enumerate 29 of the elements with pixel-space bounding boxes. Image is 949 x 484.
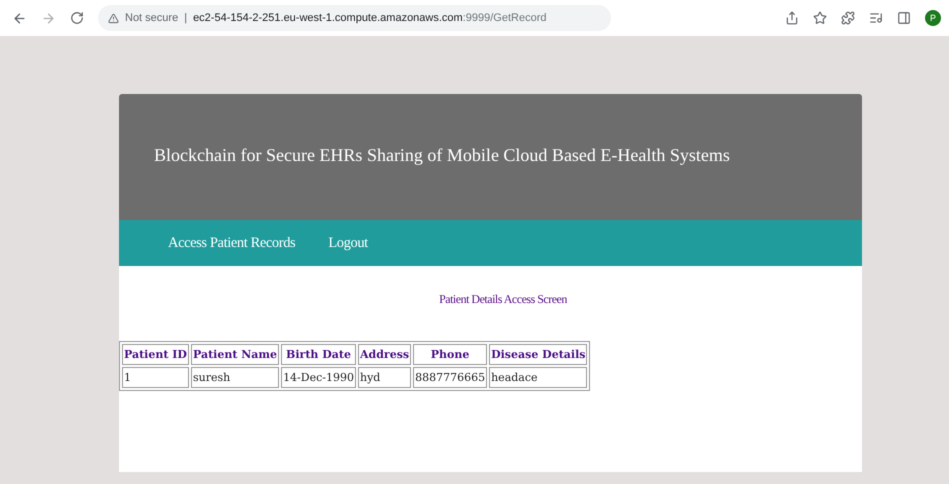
- playlist-icon[interactable]: [869, 11, 883, 25]
- reload-icon[interactable]: [70, 11, 84, 25]
- column-header: Address: [358, 344, 412, 365]
- profile-avatar[interactable]: P: [925, 10, 941, 26]
- column-header: Patient Name: [190, 344, 280, 365]
- puzzle-icon[interactable]: [841, 11, 855, 25]
- site-title: Blockchain for Secure EHRs Sharing of Mobile Cloud Based E-Health Systems: [154, 144, 730, 166]
- table-cell: headace: [489, 367, 588, 388]
- page-heading: Patient Details Access Screen: [438, 292, 568, 307]
- table-cell: 8887776665: [413, 367, 488, 388]
- table-cell: hyd: [358, 367, 412, 388]
- share-icon[interactable]: [785, 11, 799, 25]
- table-cell: 14-Dec-1990: [281, 367, 356, 388]
- table-cell: suresh: [190, 367, 280, 388]
- column-header: Patient ID: [122, 344, 189, 365]
- nav-link[interactable]: Access Patient Records: [168, 234, 296, 252]
- separator-text: |: [184, 12, 188, 24]
- url-text: ec2-54-154-2-251.eu-west-1.compute.amazonaws.com:9999/GetRecord: [193, 12, 546, 24]
- column-header: Phone: [413, 344, 488, 365]
- nav-link[interactable]: Logout: [328, 234, 368, 252]
- table-cell: 1: [122, 367, 189, 388]
- side-panel-icon[interactable]: [897, 11, 911, 25]
- star-icon[interactable]: [813, 11, 827, 25]
- column-header: Disease Details: [489, 344, 588, 365]
- back-icon[interactable]: [12, 10, 27, 26]
- warning-icon: [108, 12, 119, 24]
- address-bar[interactable]: Not secure | ec2-54-154-2-251.eu-west-1.compute.amazonaws.com:9999/GetRecord: [98, 5, 611, 31]
- security-label: Not secure: [125, 12, 178, 24]
- column-header: Birth Date: [281, 344, 356, 365]
